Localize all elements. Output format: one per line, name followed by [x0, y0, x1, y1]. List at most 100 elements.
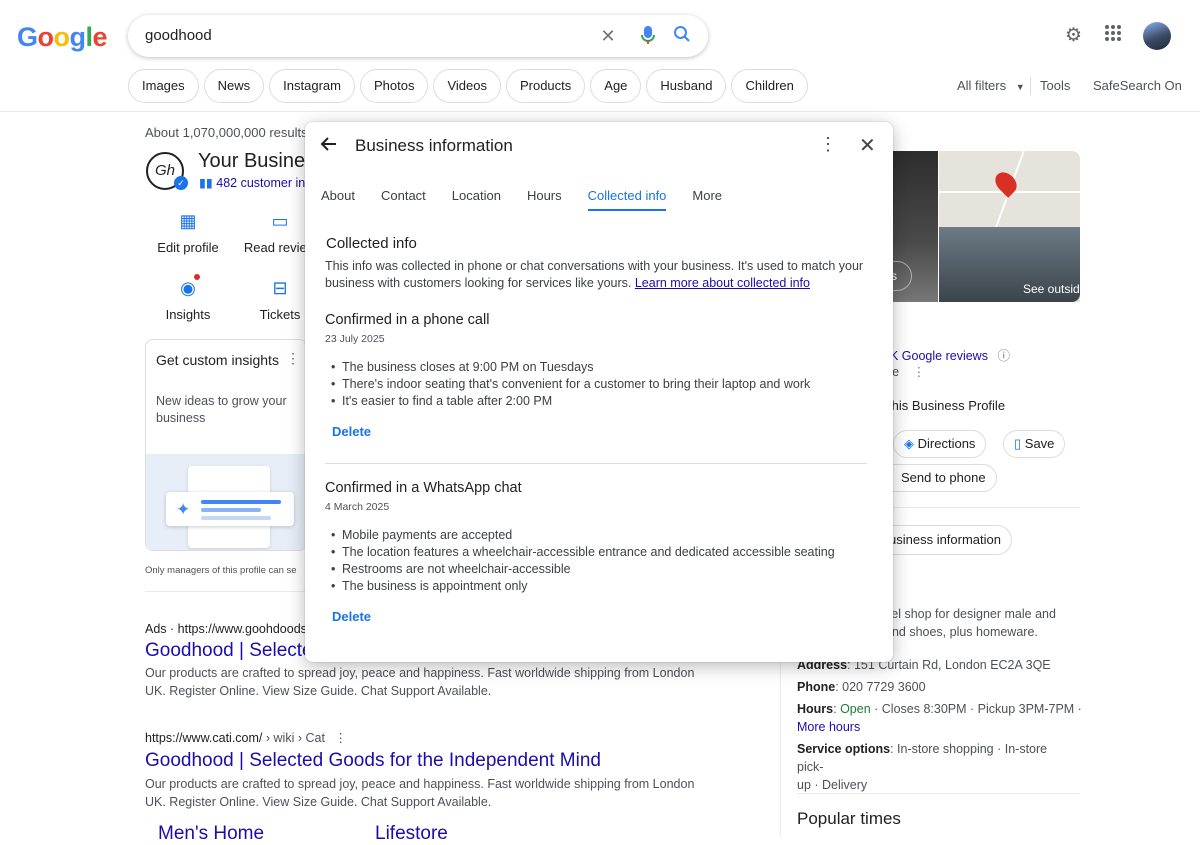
own-business-link[interactable]: this Business Profile [888, 398, 1005, 413]
google-reviews-link[interactable]: K Google reviews ⓘ [890, 345, 1010, 364]
more-vert-icon[interactable]: ⋮ [913, 365, 926, 379]
insights-label: Insights [165, 307, 211, 322]
bar-chart-icon: ▮▮ [199, 176, 213, 190]
list-item: There's indoor seating that's convenient… [331, 376, 851, 393]
result-url[interactable]: https://www.cati.com/ › wiki › Cat ⋮ [145, 730, 347, 745]
search-icon[interactable] [671, 25, 693, 47]
bookmark-icon: ▯ [1014, 436, 1022, 451]
google-reviews-text: K Google reviews [890, 349, 988, 363]
insights-card-title: Get custom insights [156, 352, 279, 368]
save-button[interactable]: ▯ Save [1003, 430, 1066, 458]
google-logo[interactable]: Google [17, 22, 108, 53]
section-date: 4 March 2025 [325, 501, 390, 513]
sitelink-lifestore[interactable]: Lifestore [375, 823, 448, 845]
chip-news[interactable]: News [203, 69, 265, 103]
collected-items-list: The business closes at 9:00 PM on Tuesda… [331, 359, 851, 410]
learn-more-link[interactable]: Learn more about collected info [635, 276, 810, 290]
divider [1030, 77, 1031, 95]
collected-info-heading: Collected info [326, 235, 417, 252]
back-arrow-icon[interactable] [319, 134, 339, 160]
chip-children[interactable]: Children [731, 69, 808, 103]
insights-card[interactable]: Get custom insights ⋮ New ideas to grow … [145, 339, 307, 551]
result-title[interactable]: Goodhood | Selected [145, 640, 323, 662]
hours-detail: · Closes 8:30PM · Pickup 3PM-7PM · [870, 702, 1082, 716]
customer-interactions-link[interactable]: ▮▮ 482 customer int [199, 175, 309, 190]
filter-chips: Images News Instagram Photos Videos Prod… [128, 69, 808, 103]
insights-illustration: ✦ [146, 454, 306, 550]
more-hours-link[interactable]: More hours [797, 718, 860, 736]
close-icon[interactable]: ✕ [597, 25, 619, 47]
close-icon[interactable]: ✕ [859, 133, 876, 158]
phone-label: Phone [797, 680, 836, 694]
more-vert-icon[interactable]: ⋮ [334, 731, 347, 745]
insights-button[interactable]: ◉ Insights [143, 274, 233, 322]
more-vert-icon[interactable]: ⋮ [819, 134, 837, 155]
collected-items-list: Mobile payments are accepted The locatio… [331, 527, 851, 595]
chip-instagram[interactable]: Instagram [269, 69, 355, 103]
business-description: vel shop for designer male and and shoes… [885, 607, 1056, 639]
directions-label: Directions [917, 436, 976, 451]
tab-more[interactable]: More [692, 188, 722, 211]
service-options-label: Service options [797, 742, 891, 756]
verified-check-icon: ✓ [174, 176, 188, 190]
search-input[interactable]: goodhood [145, 27, 212, 44]
customer-interactions-text: 482 customer int [216, 176, 309, 190]
safesearch-button[interactable]: SafeSearch On [1093, 78, 1182, 93]
chip-husband[interactable]: Husband [646, 69, 727, 103]
section-title: Confirmed in a WhatsApp chat [325, 480, 522, 496]
street-view-photo[interactable]: See outsid [939, 227, 1080, 302]
chip-products[interactable]: Products [505, 69, 586, 103]
popular-times-heading: Popular times [797, 809, 901, 828]
chip-images[interactable]: Images [128, 69, 199, 103]
dialog-tabs: About Contact Location Hours Collected i… [321, 188, 748, 211]
list-item: The business closes at 9:00 PM on Tuesda… [331, 359, 851, 376]
edit-profile-label: Edit profile [157, 240, 219, 255]
insights-card-subtitle: New ideas to grow your business [156, 394, 287, 425]
gear-icon[interactable]: ⚙ [1065, 24, 1082, 47]
results-count: About 1,070,000,000 results (0. [145, 125, 327, 140]
sitelink-mens-home[interactable]: Men's Home [158, 823, 264, 845]
divider [797, 793, 1080, 794]
result-description: Our products are crafted to spread joy, … [145, 666, 695, 698]
result-breadcrumbs: › wiki › Cat [265, 731, 325, 745]
insights-icon: ◉ [143, 274, 233, 299]
store-icon: ▦ [179, 211, 197, 231]
edit-profile-button[interactable]: ▦ Edit profile [143, 211, 233, 255]
avatar[interactable] [1143, 22, 1171, 50]
divider [145, 591, 310, 592]
caret-down-icon: ▼ [1015, 82, 1025, 92]
search-box[interactable]: goodhood ✕ [128, 15, 708, 57]
chip-age[interactable]: Age [590, 69, 642, 103]
tab-collected-info[interactable]: Collected info [587, 188, 667, 211]
ad-url[interactable]: Ads · https://www.goohdoodst [145, 622, 310, 636]
mic-icon[interactable] [637, 25, 659, 47]
result-url-text: https://www.cati.com/ [145, 731, 263, 745]
tab-hours[interactable]: Hours [527, 188, 562, 211]
directions-button[interactable]: ◈ Directions [893, 430, 987, 458]
all-filters-button[interactable]: All filters ▼ [957, 78, 1025, 93]
phone-value[interactable]: 020 7729 3600 [842, 680, 925, 694]
business-profile-title: Your Busines [198, 150, 316, 172]
list-item: The business is appointment only [331, 578, 851, 595]
more-vert-icon[interactable]: ⋮ [286, 350, 300, 367]
hours-status: Open [840, 702, 871, 716]
section-date: 23 July 2025 [325, 333, 385, 345]
tab-about[interactable]: About [321, 188, 355, 211]
result-title[interactable]: Goodhood | Selected Goods for the Indepe… [145, 750, 601, 772]
tab-contact[interactable]: Contact [381, 188, 426, 211]
tools-button[interactable]: Tools [1040, 78, 1070, 93]
info-icon[interactable]: ⓘ [997, 349, 1010, 363]
see-outside-label: See outsid [1023, 282, 1080, 296]
tab-location[interactable]: Location [452, 188, 501, 211]
service-options-line: Service options: In-store shopping · In-… [797, 742, 1048, 792]
managers-note: Only managers of this profile can se [145, 565, 297, 576]
list-item: It's easier to find a table after 2:00 P… [331, 393, 851, 410]
delete-button[interactable]: Delete [332, 424, 371, 439]
chip-photos[interactable]: Photos [359, 69, 429, 103]
business-category: re ⋮ [888, 364, 925, 379]
apps-grid-icon[interactable] [1104, 24, 1122, 48]
hours-line: Hours: Open · Closes 8:30PM · Pickup 3PM… [797, 702, 1082, 716]
delete-button[interactable]: Delete [332, 609, 371, 624]
tickets-label: Tickets [259, 307, 301, 322]
chip-videos[interactable]: Videos [433, 69, 501, 103]
